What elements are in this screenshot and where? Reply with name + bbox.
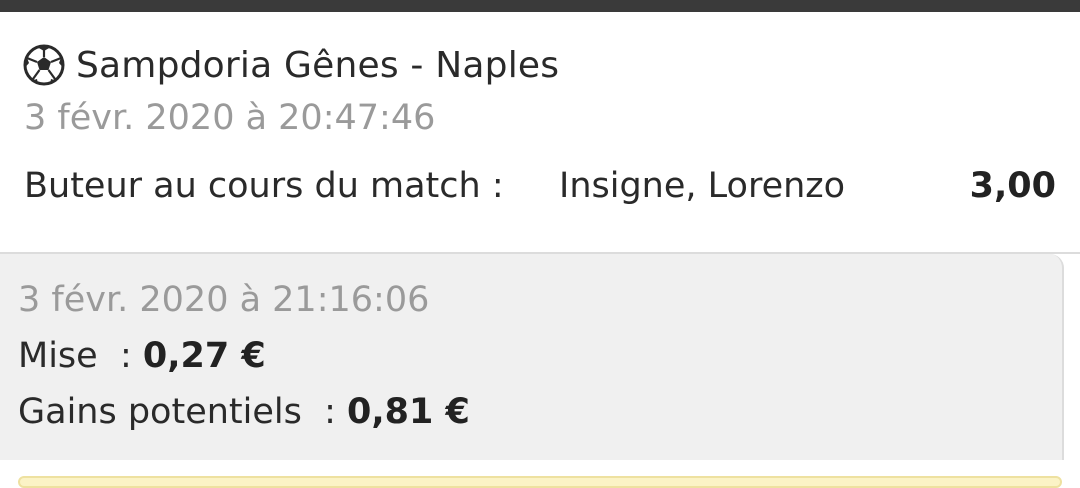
highlight-banner [18, 476, 1062, 488]
soccer-ball-icon [22, 43, 66, 87]
bet-card[interactable]: Sampdoria Gênes - Naples 3 févr. 2020 à … [0, 12, 1080, 254]
stake-label: Mise : [18, 336, 143, 376]
stake-value: 0,27 € [142, 336, 266, 376]
potential-gain-row: Gains potentiels : 0,81 € [18, 392, 470, 432]
match-header: Sampdoria Gênes - Naples [22, 42, 559, 88]
potential-gain-label: Gains potentiels : [18, 392, 348, 432]
stake-row: Mise : 0,27 € [18, 336, 266, 376]
match-title: Sampdoria Gênes - Naples [76, 44, 560, 86]
summary-date: 3 févr. 2020 à 21:16:06 [18, 280, 430, 320]
top-bar [0, 0, 1080, 12]
odds-value: 3,00 [969, 166, 1056, 206]
selection-name: Insigne, Lorenzo [559, 166, 846, 206]
bet-summary-panel: 3 févr. 2020 à 21:16:06 Mise : 0,27 € Ga… [0, 254, 1064, 460]
bet-date: 3 févr. 2020 à 20:47:46 [24, 98, 436, 138]
potential-gain-value: 0,81 € [347, 392, 470, 432]
market-label: Buteur au cours du match : [24, 166, 504, 206]
selection-row: Buteur au cours du match : Insigne, Lore… [24, 166, 1056, 212]
